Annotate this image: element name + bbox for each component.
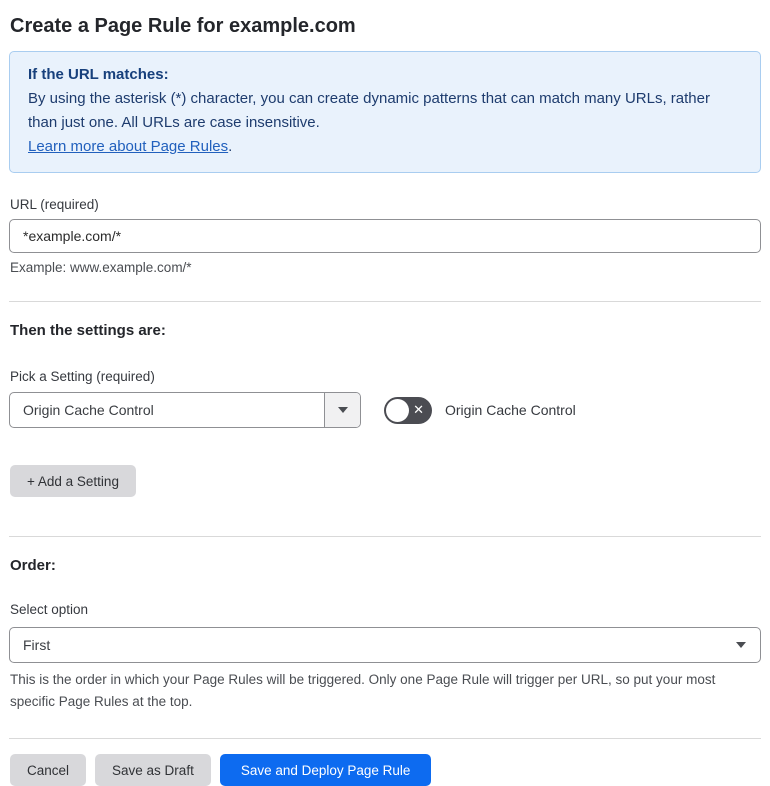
- url-match-info-box: If the URL matches: By using the asteris…: [9, 51, 761, 173]
- setting-select-value: Origin Cache Control: [23, 402, 154, 418]
- info-box-link-row: Learn more about Page Rules.: [28, 135, 742, 159]
- pick-setting-label: Pick a Setting (required): [10, 369, 155, 384]
- create-page-rule-form: Create a Page Rule for example.com If th…: [0, 0, 770, 786]
- setting-select-arrow-button[interactable]: [324, 393, 360, 427]
- order-select-value: First: [23, 637, 51, 653]
- order-section-heading: Order:: [10, 557, 56, 574]
- settings-section-heading: Then the settings are:: [10, 322, 166, 339]
- chevron-down-icon: [337, 407, 348, 413]
- order-select[interactable]: First: [9, 627, 761, 663]
- divider: [9, 536, 761, 537]
- add-setting-button[interactable]: + Add a Setting: [10, 465, 136, 497]
- save-and-deploy-button[interactable]: Save and Deploy Page Rule: [219, 754, 432, 786]
- divider: [9, 301, 761, 302]
- url-example-helper: Example: www.example.com/*: [10, 260, 192, 275]
- order-select-label: Select option: [10, 602, 89, 617]
- divider: [9, 738, 761, 739]
- save-as-draft-button[interactable]: Save as Draft: [95, 754, 211, 786]
- toggle-label: Origin Cache Control: [445, 402, 576, 418]
- x-icon: ✕: [413, 402, 424, 418]
- footer-actions: Cancel Save as Draft Save and Deploy Pag…: [10, 754, 761, 786]
- info-box-body: By using the asterisk (*) character, you…: [28, 90, 710, 131]
- learn-more-link[interactable]: Learn more about Page Rules: [28, 138, 228, 155]
- setting-select[interactable]: Origin Cache Control: [9, 392, 361, 428]
- setting-row: Origin Cache Control ✕ Origin Cache Cont…: [9, 392, 761, 428]
- cancel-button[interactable]: Cancel: [10, 754, 87, 786]
- url-input[interactable]: [9, 219, 761, 253]
- url-field-label: URL (required): [10, 197, 99, 212]
- order-helper-text: This is the order in which your Page Rul…: [10, 672, 716, 709]
- page-title: Create a Page Rule for example.com: [10, 15, 356, 37]
- link-suffix: .: [228, 138, 233, 155]
- origin-cache-control-toggle[interactable]: ✕: [384, 396, 432, 424]
- info-box-heading: If the URL matches:: [28, 66, 169, 83]
- chevron-down-icon: [736, 642, 746, 648]
- toggle-knob: [386, 398, 409, 422]
